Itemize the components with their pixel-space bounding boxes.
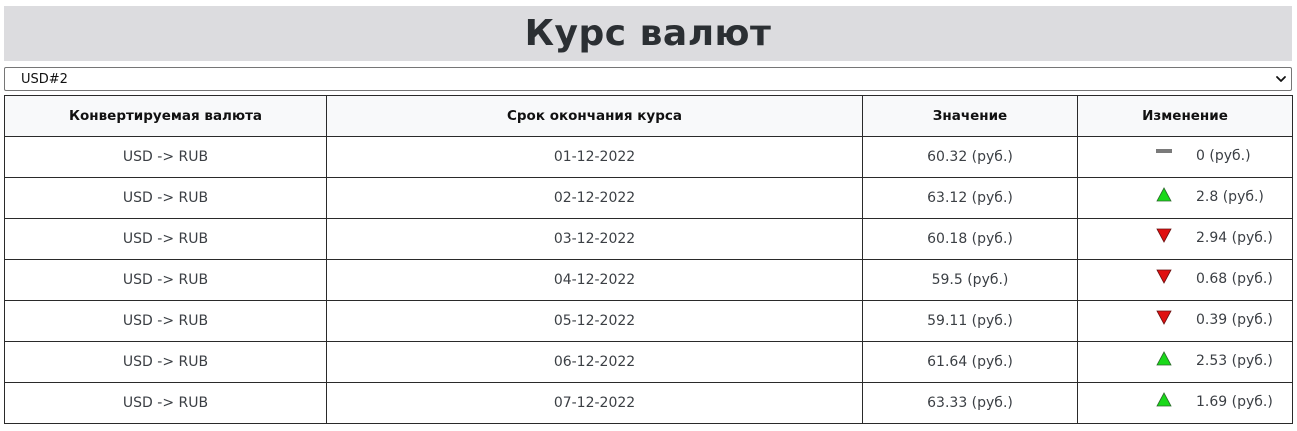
- page-title: Курс валют: [524, 13, 772, 54]
- table-row: USD -> RUB 05-12-2022 59.11 (руб.) 0.39 (ру…: [4, 300, 1293, 342]
- triangle-up-icon: [1156, 187, 1172, 202]
- table-header-row: Конвертируемая валюта Срок окончания кур…: [4, 95, 1293, 137]
- rate-value-cell: 63.33 (руб.): [862, 382, 1078, 424]
- change-value: 2.8 (руб.): [1196, 189, 1264, 205]
- triangle-up-icon: [1156, 392, 1172, 407]
- rates-table: Конвертируемая валюта Срок окончания кур…: [4, 95, 1293, 424]
- change-value: 2.53 (руб.): [1196, 353, 1273, 369]
- table-row: USD -> RUB 04-12-2022 59.5 (руб.) 0.68 (руб…: [4, 259, 1293, 301]
- triangle-down-icon: [1156, 310, 1172, 325]
- change-cell: 0.68 (руб.): [1077, 259, 1293, 301]
- column-header-change: Изменение: [1077, 95, 1293, 137]
- rate-value-cell: 61.64 (руб.): [862, 341, 1078, 383]
- table-row: USD -> RUB 06-12-2022 61.64 (руб.) 2.53 (ру…: [4, 341, 1293, 383]
- change-value: 0.68 (руб.): [1196, 271, 1273, 287]
- change-value: 1.69 (руб.): [1196, 394, 1273, 410]
- expiry-date-cell: 01-12-2022: [326, 136, 863, 178]
- rate-value-cell: 59.11 (руб.): [862, 300, 1078, 342]
- change-cell: 0.39 (руб.): [1077, 300, 1293, 342]
- change-cell: 2.8 (руб.): [1077, 177, 1293, 219]
- change-value: 0 (руб.): [1196, 148, 1251, 164]
- currency-pair-cell: USD -> RUB: [4, 218, 327, 260]
- column-header-value: Значение: [862, 95, 1078, 137]
- expiry-date-cell: 03-12-2022: [326, 218, 863, 260]
- expiry-date-cell: 04-12-2022: [326, 259, 863, 301]
- change-cell: 2.53 (руб.): [1077, 341, 1293, 383]
- column-header-currency: Конвертируемая валюта: [4, 95, 327, 137]
- triangle-up-icon: [1156, 351, 1172, 366]
- table-row: USD -> RUB 02-12-2022 63.12 (руб.) 2.8 (руб…: [4, 177, 1293, 219]
- currency-pair-cell: USD -> RUB: [4, 259, 327, 301]
- rate-value-cell: 60.18 (руб.): [862, 218, 1078, 260]
- change-cell: 0 (руб.): [1077, 136, 1293, 178]
- expiry-date-cell: 06-12-2022: [326, 341, 863, 383]
- change-value: 0.39 (руб.): [1196, 312, 1273, 328]
- currency-select-value: USD#2: [21, 71, 68, 87]
- currency-pair-cell: USD -> RUB: [4, 300, 327, 342]
- expiry-date-cell: 05-12-2022: [326, 300, 863, 342]
- currency-pair-cell: USD -> RUB: [4, 382, 327, 424]
- table-row: USD -> RUB 07-12-2022 63.33 (руб.) 1.69 (ру…: [4, 382, 1293, 424]
- page-header: Курс валют: [4, 6, 1292, 61]
- column-header-expiry: Срок окончания курса: [326, 95, 863, 137]
- change-value: 2.94 (руб.): [1196, 230, 1273, 246]
- triangle-down-icon: [1156, 269, 1172, 284]
- table-row: USD -> RUB 01-12-2022 60.32 (руб.) 0 (руб.): [4, 136, 1293, 178]
- currency-pair-cell: USD -> RUB: [4, 341, 327, 383]
- rate-value-cell: 60.32 (руб.): [862, 136, 1078, 178]
- triangle-down-icon: [1156, 228, 1172, 243]
- chevron-down-icon: [1276, 76, 1286, 82]
- change-cell: 2.94 (руб.): [1077, 218, 1293, 260]
- rate-value-cell: 59.5 (руб.): [862, 259, 1078, 301]
- currency-pair-cell: USD -> RUB: [4, 177, 327, 219]
- rate-value-cell: 63.12 (руб.): [862, 177, 1078, 219]
- expiry-date-cell: 02-12-2022: [326, 177, 863, 219]
- change-cell: 1.69 (руб.): [1077, 382, 1293, 424]
- currency-pair-cell: USD -> RUB: [4, 136, 327, 178]
- expiry-date-cell: 07-12-2022: [326, 382, 863, 424]
- table-row: USD -> RUB 03-12-2022 60.18 (руб.) 2.94 (ру…: [4, 218, 1293, 260]
- dash-icon: [1156, 149, 1172, 153]
- page-container: Курс валют USD#2 Конвертируемая валюта С…: [4, 6, 1293, 424]
- currency-select[interactable]: USD#2: [4, 67, 1292, 91]
